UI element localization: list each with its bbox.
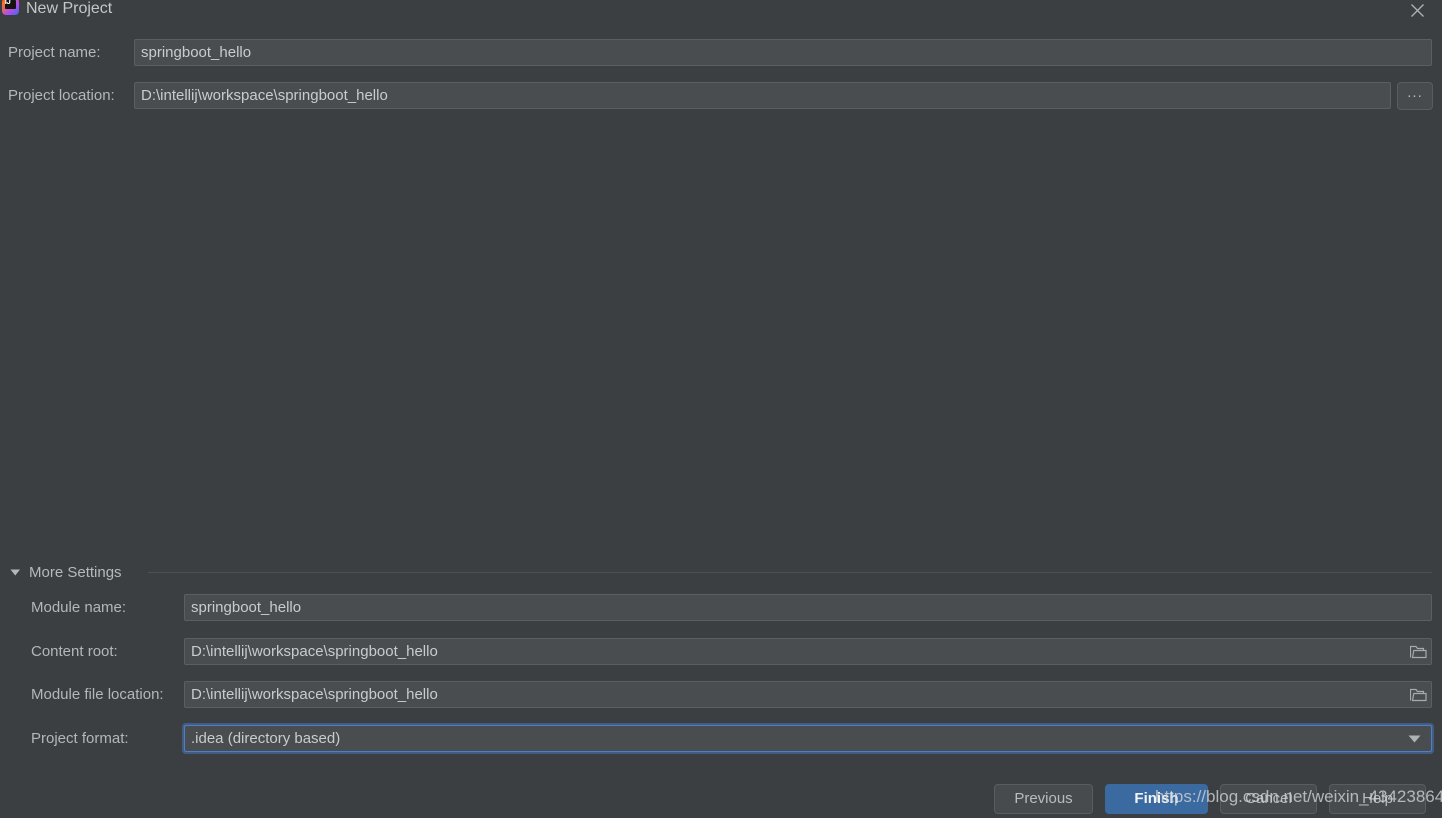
module-file-location-label: Module file location:	[31, 686, 164, 703]
content-root-value: D:\intellij\workspace\springboot_hello	[191, 643, 438, 660]
browse-location-button[interactable]: ...	[1397, 82, 1433, 110]
more-settings-section: More Settings	[0, 559, 1442, 585]
project-location-input[interactable]: D:\intellij\workspace\springboot_hello	[134, 82, 1391, 109]
close-icon[interactable]	[1402, 0, 1432, 24]
content-root-label: Content root:	[31, 643, 118, 660]
finish-button[interactable]: Finish	[1105, 784, 1208, 814]
chevron-down-icon[interactable]	[1403, 726, 1425, 751]
module-name-input[interactable]: springboot_hello	[184, 594, 1432, 621]
cancel-button[interactable]: Cancel	[1220, 784, 1317, 814]
dialog-title: New Project	[26, 0, 113, 17]
folder-icon[interactable]	[1407, 641, 1429, 662]
module-name-label: Module name:	[31, 599, 127, 616]
project-format-combobox[interactable]: .idea (directory based)	[184, 725, 1432, 752]
project-name-input[interactable]: springboot_hello	[134, 39, 1432, 66]
project-name-label: Project name:	[8, 44, 101, 61]
module-file-location-row: Module file location: D:\intellij\worksp…	[0, 681, 1442, 709]
project-format-label: Project format:	[31, 730, 129, 747]
dialog-titlebar: IJ New Project	[0, 0, 1442, 24]
folder-icon[interactable]	[1407, 684, 1429, 705]
chevron-down-icon	[10, 564, 21, 581]
help-button[interactable]: Help	[1329, 784, 1426, 814]
module-file-location-input[interactable]: D:\intellij\workspace\springboot_hello	[184, 681, 1432, 708]
content-root-input[interactable]: D:\intellij\workspace\springboot_hello	[184, 638, 1432, 665]
new-project-dialog: IJ New Project Project name: springboot_…	[0, 0, 1442, 818]
project-location-label: Project location:	[8, 87, 115, 104]
project-format-row: Project format: .idea (directory based)	[0, 725, 1442, 753]
content-root-row: Content root: D:\intellij\workspace\spri…	[0, 638, 1442, 666]
more-settings-toggle[interactable]: More Settings	[10, 559, 122, 585]
more-settings-label: More Settings	[29, 563, 122, 581]
section-divider	[148, 572, 1432, 573]
previous-button[interactable]: Previous	[994, 784, 1093, 814]
module-file-location-value: D:\intellij\workspace\springboot_hello	[191, 686, 438, 703]
project-format-value: .idea (directory based)	[191, 730, 341, 747]
project-location-row: Project location: D:\intellij\workspace\…	[0, 82, 1442, 110]
browse-button-label: ...	[1407, 84, 1423, 101]
intellij-idea-icon: IJ	[2, 0, 19, 15]
app-icon-label: IJ	[4, 0, 11, 6]
module-name-row: Module name: springboot_hello	[0, 594, 1442, 622]
project-name-row: Project name: springboot_hello	[0, 39, 1442, 67]
